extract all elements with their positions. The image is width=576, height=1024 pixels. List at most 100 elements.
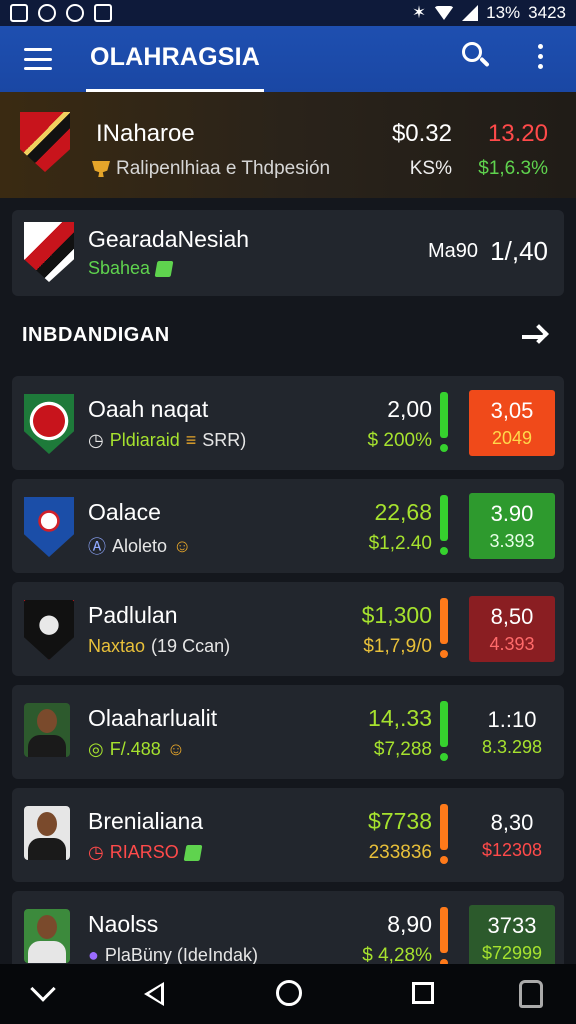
trend-indicator [440, 495, 448, 555]
item-subtitle: ◎ F/.488 ☺ [88, 739, 185, 760]
share-icon [38, 4, 56, 22]
item-subtitle: Naxtao (19 Ccan) [88, 636, 230, 657]
featured-card[interactable]: INaharoe Ralipenlhiaa e Thdpesión $0.32 … [0, 92, 576, 198]
odds-box[interactable]: 3,05 2049 [469, 390, 555, 456]
item-price: 14,.33 [368, 705, 432, 731]
signal-icon [462, 5, 479, 21]
item-name: Oaah naqat [88, 396, 209, 422]
menu-icon[interactable] [24, 48, 52, 70]
odds-value: 8,30 [490, 810, 534, 835]
odds-box[interactable]: 3733 $72999 [469, 905, 555, 971]
item-price: 2,00 [387, 396, 432, 422]
featured-price: $0.32 [391, 120, 452, 147]
list-item[interactable]: Padlulan Naxtao (19 Ccan) $1,300 $1,7,9/… [12, 582, 564, 676]
team-crest [24, 222, 74, 282]
item-name: Brenialiana [88, 808, 204, 834]
item-change: $7,288 [373, 739, 432, 760]
image-icon [10, 4, 28, 22]
card-subtitle: Sbahea [88, 258, 174, 279]
item-change: $1,7,9/0 [363, 636, 432, 657]
featured-subtitle-text: Ralipenlhiaa e Thdpesión [116, 158, 331, 179]
app-bar: OLAHRAGSIA [0, 26, 576, 92]
back-icon[interactable] [140, 978, 172, 1010]
list-item[interactable]: Oaah naqat ◷ Pldiaraid ≡ SRR) 2,00 $ 200… [12, 376, 564, 470]
app-title: OLAHRAGSIA [90, 43, 261, 71]
circle-icon: ● [88, 945, 99, 965]
card-subtitle-text: Sbahea [88, 258, 151, 278]
item-subtitle-b: SRR) [202, 430, 247, 450]
player-avatar [24, 909, 70, 963]
collapse-icon[interactable] [28, 976, 60, 1010]
team-summary-card[interactable]: GearadaNesiah Sbahea Ma90 1/,40 [12, 210, 564, 296]
assistant-icon[interactable] [516, 978, 548, 1010]
item-subtitle: Ⓐ Aloleto ☺ [88, 533, 191, 559]
player-avatar [24, 703, 70, 757]
check-icon [183, 844, 203, 861]
trend-indicator [440, 701, 448, 761]
odds-box[interactable]: 8,30 $12308 [469, 802, 555, 868]
home-icon[interactable] [274, 978, 306, 1010]
app-icon [94, 4, 112, 22]
featured-odd: 13.20 [487, 120, 548, 147]
card-value: 1/,40 [490, 236, 548, 266]
circle-icon: ◎ [88, 739, 104, 759]
odds-value: 3733 [487, 913, 537, 938]
item-price: 8,90 [387, 911, 432, 937]
odds-sub: 8.3.298 [481, 737, 543, 757]
odds-box[interactable]: 3.90 3.393 [469, 493, 555, 559]
info-icon: Ⓐ [88, 537, 106, 557]
trend-indicator [440, 907, 448, 967]
odds-value: 3.90 [490, 501, 534, 526]
featured-subtitle: Ralipenlhiaa e Thdpesión [92, 158, 330, 180]
team-crest [24, 394, 74, 454]
settings-icon [66, 4, 84, 22]
system-nav-bar [0, 964, 576, 1024]
item-subtitle-a: F/.488 [109, 739, 161, 759]
trophy-icon [92, 161, 110, 177]
item-change: $ 200% [367, 430, 432, 451]
more-vert-icon[interactable] [538, 44, 543, 69]
team-crest [24, 497, 74, 557]
check-icon [154, 260, 174, 277]
item-price: 22,68 [374, 499, 432, 525]
item-change: $1,2.40 [368, 533, 432, 554]
coin-icon: ≡ [185, 430, 197, 450]
trend-indicator [440, 392, 448, 452]
odds-sub: $12308 [481, 840, 543, 860]
status-icons-right: ✶ 13% 3423 [412, 3, 566, 23]
status-bar: ✶ 13% 3423 [0, 0, 576, 26]
item-subtitle: ◷ RIARSO [88, 842, 203, 863]
item-name: Naolss [88, 911, 159, 937]
item-subtitle-a: Pldiaraid [109, 430, 180, 450]
odds-value: 1.:10 [487, 707, 537, 732]
item-subtitle-a: RIARSO [109, 842, 179, 862]
featured-name: INaharoe [96, 120, 195, 147]
odds-sub: 2049 [491, 428, 533, 448]
search-icon[interactable] [462, 42, 490, 70]
odds-box[interactable]: 8,50 4.393 [469, 596, 555, 662]
team-crest [24, 600, 74, 660]
list-item[interactable]: Oalace Ⓐ Aloleto ☺ 22,68 $1,2.40 3.90 3.… [12, 479, 564, 573]
item-name: Olaaharlualit [88, 705, 218, 731]
list-item[interactable]: Brenialiana ◷ RIARSO $7738 233836 8,30 $… [12, 788, 564, 882]
arrow-right-icon[interactable] [520, 324, 549, 350]
bluetooth-icon: ✶ [411, 3, 427, 22]
item-subtitle-a: Aloleto [112, 535, 168, 556]
item-subtitle-b: (19 Ccan) [151, 636, 231, 656]
item-subtitle: ◷ Pldiaraid ≡ SRR) [88, 430, 246, 451]
item-subtitle-a: PlaBüny (IdeIndak) [104, 945, 258, 965]
card-value-label: Ma90 [427, 240, 478, 262]
app-title-tab[interactable]: OLAHRAGSIA [86, 26, 265, 92]
list-item[interactable]: Olaaharlualit ◎ F/.488 ☺ 14,.33 $7,288 1… [12, 685, 564, 779]
odds-box[interactable]: 1.:10 8.3.298 [469, 699, 555, 765]
clock-icon: ◷ [88, 430, 104, 450]
item-subtitle-a: Naxtao [88, 636, 146, 656]
featured-percent: KS% [409, 158, 452, 179]
trend-indicator [440, 804, 448, 864]
face-icon: ☺ [166, 739, 186, 759]
odds-sub: 4.393 [489, 634, 535, 654]
face-icon: ☺ [173, 535, 192, 556]
recents-icon[interactable] [408, 978, 440, 1010]
battery-text: 13% [486, 3, 521, 22]
clock: 3423 [528, 3, 566, 22]
